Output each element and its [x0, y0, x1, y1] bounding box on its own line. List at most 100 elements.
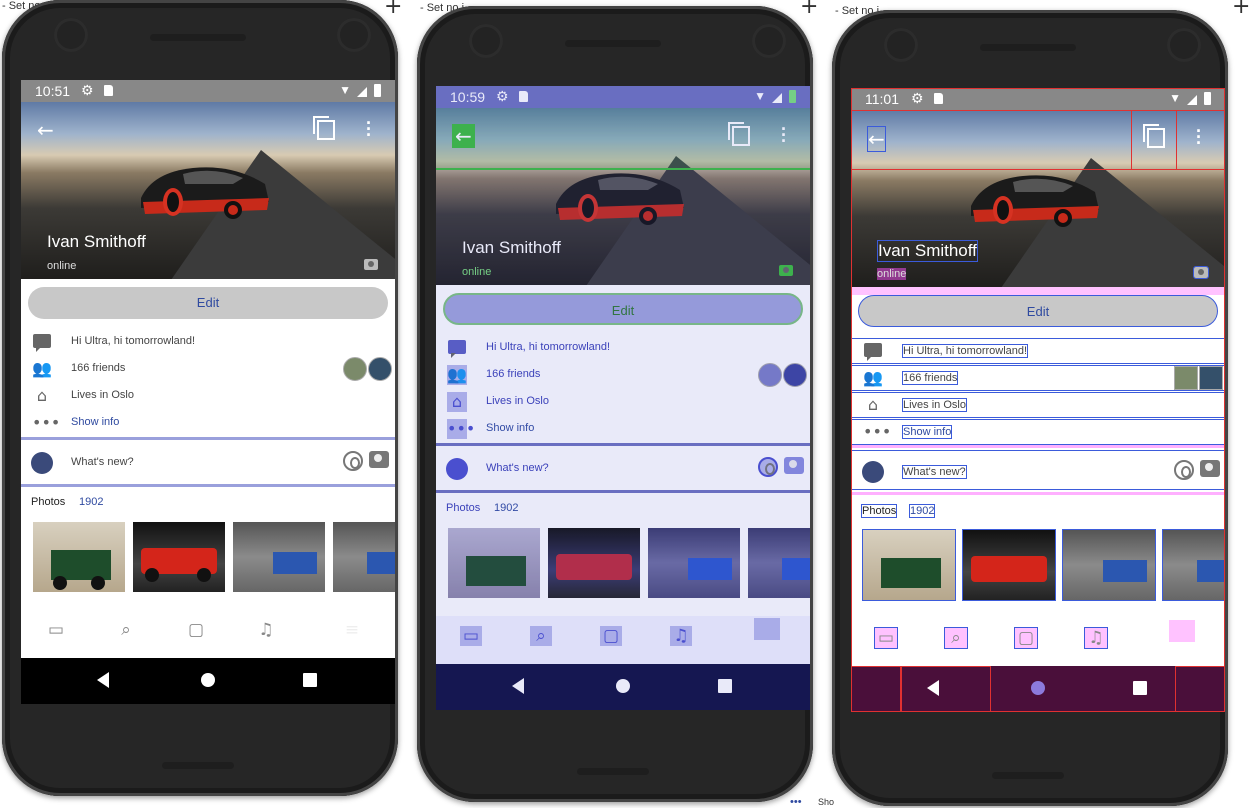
info-row-friends[interactable]: 👥 166 friends	[21, 357, 395, 383]
whats-new-bar[interactable]: What's new?	[851, 450, 1225, 490]
feed-icon[interactable]: ▭	[460, 626, 482, 646]
menu-icon[interactable]: ≡	[1169, 620, 1195, 642]
photo-rally-truck[interactable]	[1062, 529, 1156, 601]
photo-red-truck[interactable]	[133, 522, 225, 592]
story-icon[interactable]	[1174, 460, 1194, 480]
show-info-link[interactable]: Show info	[71, 416, 119, 428]
camera-icon[interactable]	[364, 259, 378, 270]
friend-avatar[interactable]	[343, 357, 367, 381]
recent-apps-icon[interactable]	[718, 679, 732, 693]
back-icon[interactable]	[512, 678, 524, 694]
story-icon[interactable]	[758, 457, 778, 477]
messages-icon[interactable]: ▢	[1014, 627, 1038, 649]
photos-label[interactable]: Photos	[31, 496, 65, 508]
back-arrow-icon[interactable]: ←	[452, 124, 475, 148]
more-vert-icon[interactable]: · · ·	[781, 120, 787, 150]
whats-new-bar[interactable]: What's new?	[436, 448, 810, 488]
photo-truck[interactable]	[33, 522, 125, 592]
whats-new-input[interactable]: What's new?	[486, 462, 549, 474]
whats-new-input[interactable]: What's new?	[902, 465, 967, 479]
new-tab-icon[interactable]: +	[384, 0, 402, 19]
friend-avatar[interactable]	[758, 363, 782, 387]
system-nav-bar	[851, 666, 1225, 712]
copy-icon[interactable]	[728, 122, 750, 146]
message-icon	[33, 334, 51, 352]
info-row-location[interactable]: ⌂ Lives in Oslo	[436, 390, 810, 416]
camera-icon[interactable]	[369, 451, 389, 468]
gear-icon: ⚙	[496, 88, 509, 104]
photo-truck[interactable]	[862, 529, 956, 601]
feed-icon[interactable]: ▭	[45, 620, 67, 640]
feed-icon[interactable]: ▭	[874, 627, 898, 649]
photo-rally-truck[interactable]	[1162, 529, 1225, 601]
edit-button[interactable]: Edit	[28, 287, 388, 319]
info-row-location[interactable]: ⌂ Lives in Oslo	[21, 384, 395, 410]
messages-icon[interactable]: ▢	[600, 626, 622, 646]
back-arrow-icon[interactable]: ←	[867, 126, 886, 152]
photo-rally-truck[interactable]	[648, 528, 740, 598]
photos-count[interactable]: 1902	[909, 504, 936, 518]
photos-label[interactable]: Photos	[861, 504, 898, 518]
search-icon[interactable]: ⌕	[530, 626, 552, 646]
copy-icon[interactable]	[313, 116, 335, 140]
more-vert-icon[interactable]: · · ·	[1196, 122, 1202, 152]
photo-red-truck[interactable]	[962, 529, 1056, 601]
more-vert-icon[interactable]: · · ·	[366, 114, 372, 144]
notifications-icon[interactable]: ♫	[1084, 627, 1108, 649]
story-icon[interactable]	[343, 451, 363, 471]
photo-truck[interactable]	[448, 528, 540, 598]
friend-avatar[interactable]	[783, 363, 807, 387]
messages-icon[interactable]: ▢	[185, 620, 207, 640]
photo-red-truck[interactable]	[548, 528, 640, 598]
edit-button[interactable]: Edit	[443, 293, 803, 325]
edit-button[interactable]: Edit	[858, 295, 1218, 327]
notifications-icon[interactable]: ♫	[670, 626, 692, 646]
search-icon[interactable]: ⌕	[115, 620, 137, 640]
info-row-status[interactable]: Hi Ultra, hi tomorrowland!	[851, 338, 1225, 364]
notifications-icon[interactable]: ♫	[255, 620, 277, 640]
info-row-show-info[interactable]: ••• Show info	[21, 411, 395, 437]
back-icon[interactable]	[927, 680, 939, 696]
whats-new-bar[interactable]: What's new?	[21, 442, 395, 482]
info-row-location[interactable]: ⌂ Lives in Oslo	[851, 392, 1225, 418]
friend-avatar[interactable]	[1199, 366, 1223, 390]
home-icon[interactable]	[201, 673, 215, 687]
recent-apps-icon[interactable]	[303, 673, 317, 687]
photos-count[interactable]: 1902	[79, 496, 103, 508]
new-tab-icon[interactable]: +	[1232, 0, 1250, 19]
avatar	[862, 461, 884, 483]
photos-count[interactable]: 1902	[494, 502, 518, 514]
photo-rally-truck[interactable]	[233, 522, 325, 592]
info-row-status[interactable]: Hi Ultra, hi tomorrowland!	[21, 330, 395, 356]
copy-icon[interactable]	[1143, 124, 1165, 148]
cover-car-image	[556, 173, 684, 225]
camera-icon[interactable]	[1193, 266, 1209, 279]
recent-apps-icon[interactable]	[1133, 681, 1147, 695]
info-row-show-info[interactable]: ••• Show info	[436, 417, 810, 443]
menu-icon[interactable]: ≡	[341, 620, 363, 640]
new-tab-icon[interactable]: +	[800, 0, 818, 19]
info-row-friends[interactable]: 👥 166 friends	[851, 365, 1225, 391]
layout-bounds	[901, 666, 991, 712]
whats-new-input[interactable]: What's new?	[71, 456, 134, 468]
info-row-friends[interactable]: 👥 166 friends	[436, 363, 810, 389]
search-icon[interactable]: ⌕	[944, 627, 968, 649]
show-info-link[interactable]: Show info	[486, 422, 534, 434]
camera-icon[interactable]	[779, 265, 793, 276]
photo-rally-truck[interactable]	[748, 528, 810, 598]
home-icon[interactable]	[616, 679, 630, 693]
menu-icon[interactable]: ≡	[754, 618, 780, 640]
photo-rally-truck[interactable]	[333, 522, 395, 592]
camera-icon[interactable]	[1200, 460, 1220, 477]
show-info-link[interactable]: Show info	[902, 425, 953, 439]
back-arrow-icon[interactable]: ←	[37, 118, 54, 142]
photos-label[interactable]: Photos	[446, 502, 480, 514]
camera-icon[interactable]	[784, 457, 804, 474]
home-icon[interactable]	[1031, 681, 1045, 695]
profile-name: Ivan Smithoff	[877, 240, 978, 262]
info-row-status[interactable]: Hi Ultra, hi tomorrowland!	[436, 336, 810, 362]
friend-avatar[interactable]	[1174, 366, 1198, 390]
back-icon[interactable]	[97, 672, 109, 688]
friend-avatar[interactable]	[368, 357, 392, 381]
info-row-show-info[interactable]: ••• Show info	[851, 419, 1225, 445]
